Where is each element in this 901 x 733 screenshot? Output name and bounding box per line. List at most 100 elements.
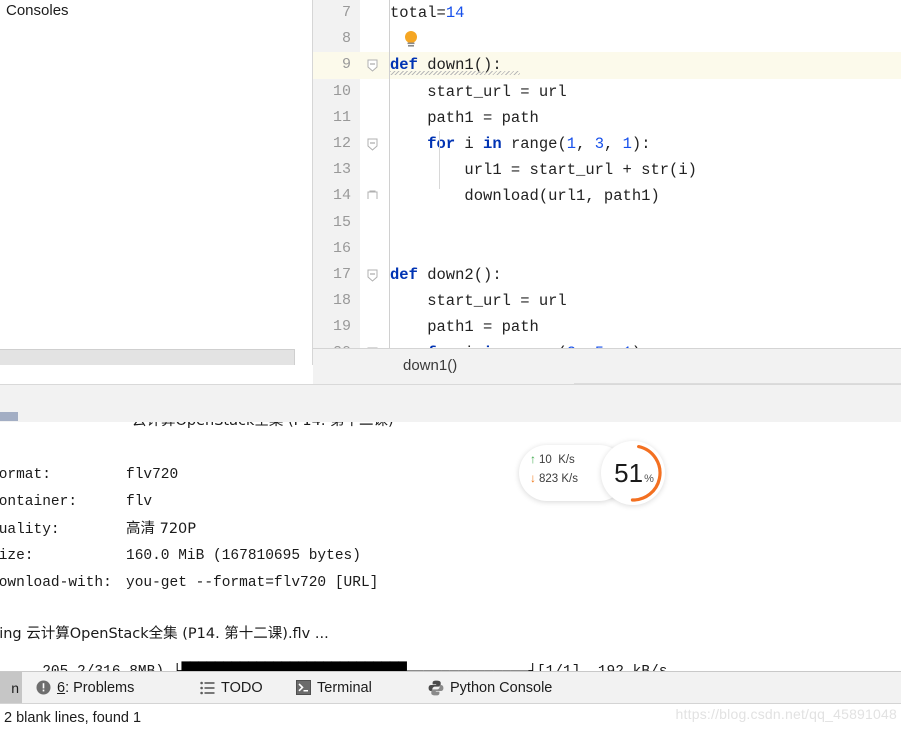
bottom-tool-window-bar[interactable]: n 6: Problems TODO Terminal Python Console bbox=[0, 671, 901, 703]
tool-tab-mnemonic: 6 bbox=[57, 680, 65, 696]
code-line[interactable]: 20 for i in range(3, 5, 1): bbox=[313, 340, 901, 348]
terminal-icon bbox=[296, 680, 311, 695]
console-info-row: format:flv720 bbox=[0, 466, 178, 484]
code-text: for i in range(3, 5, 1): bbox=[390, 340, 651, 348]
console-info-label: quality: bbox=[0, 521, 126, 539]
breadcrumb[interactable]: down1() bbox=[403, 357, 457, 374]
console-progress-line: 205.2/316.8MB) ├████████████████████████… bbox=[0, 647, 667, 671]
fold-end-icon[interactable] bbox=[367, 189, 378, 200]
code-line[interactable]: 9def down1(): bbox=[313, 52, 901, 78]
console-info-value: 160.0 MiB (167810695 bytes) bbox=[126, 548, 361, 564]
status-message: 2 blank lines, found 1 bbox=[4, 710, 141, 726]
code-text: download(url1, path1) bbox=[390, 183, 660, 209]
console-scroll-marker[interactable] bbox=[0, 412, 18, 421]
tool-tab-pythonconsole[interactable]: Python Console bbox=[428, 672, 552, 703]
line-number: 17 bbox=[313, 262, 351, 288]
inspection-squiggle bbox=[390, 71, 520, 75]
line-number: 18 bbox=[313, 288, 351, 314]
code-line[interactable]: 14 download(url1, path1) bbox=[313, 183, 901, 209]
console-info-row: download-with:you-get --format=flv720 [U… bbox=[0, 574, 378, 592]
consoles-pane: Consoles bbox=[0, 0, 313, 365]
consoles-horizontal-scrollbar[interactable] bbox=[0, 349, 295, 365]
line-number: 12 bbox=[313, 131, 351, 157]
console-info-value: flv bbox=[126, 494, 152, 510]
tool-tab-terminal[interactable]: Terminal bbox=[296, 672, 372, 703]
download-arrow-icon: ↓ bbox=[530, 471, 536, 485]
console-info-value: flv720 bbox=[126, 467, 178, 483]
progress-bytes: 205.2/316.8MB) bbox=[42, 664, 164, 671]
fold-collapse-icon[interactable] bbox=[367, 138, 378, 149]
code-line[interactable]: 15 bbox=[313, 210, 901, 236]
todo-list-icon bbox=[200, 681, 215, 695]
line-number: 10 bbox=[313, 79, 351, 105]
code-lines[interactable]: 7 total=14 89def down1():10 start_url = ur… bbox=[313, 0, 901, 348]
run-console-output[interactable]: 云计算OpenStack全集 (P14. 第十二课) format:flv720… bbox=[0, 422, 901, 671]
editor-breadcrumb-bar: down1() bbox=[313, 348, 901, 385]
download-speed-unit: K/s bbox=[561, 473, 578, 485]
indent-guide-loop bbox=[439, 131, 440, 189]
tool-tab-label: TODO bbox=[221, 680, 263, 696]
progress-ring[interactable]: 51 % bbox=[601, 441, 665, 505]
console-toolbar-strip bbox=[0, 385, 901, 422]
code-line[interactable]: 16 bbox=[313, 236, 901, 262]
tool-tab-problems[interactable]: 6: Problems bbox=[36, 672, 134, 703]
code-line[interactable]: 17 def down2(): bbox=[313, 262, 901, 288]
line-number: 13 bbox=[313, 157, 351, 183]
line-number: 19 bbox=[313, 314, 351, 340]
network-speed-widget[interactable]: ↑10 K/s ↓823 K/s 51 % bbox=[519, 441, 665, 505]
fold-collapse-icon[interactable] bbox=[367, 59, 378, 70]
fold-collapse-icon[interactable] bbox=[367, 269, 378, 280]
code-line[interactable]: 7 total=14 bbox=[313, 0, 901, 26]
upload-speed-unit: K/s bbox=[558, 454, 575, 466]
percent-value: 51 bbox=[614, 458, 643, 489]
console-downloading-line: ding 云计算OpenStack全集 (P14. 第十二课).flv ... bbox=[0, 625, 329, 643]
upload-speed-value: 10 bbox=[539, 454, 552, 466]
watermark: https://blog.csdn.net/qq_45891048 bbox=[676, 706, 897, 722]
tool-tab-run[interactable]: n bbox=[0, 672, 22, 703]
code-text: url1 = start_url + str(i) bbox=[390, 157, 697, 183]
tool-tab-label: 6: Problems bbox=[57, 680, 134, 696]
code-text: start_url = url bbox=[390, 288, 567, 314]
progress-speed: 192 kB/s bbox=[598, 664, 668, 671]
progress-bar-trail: —————————————— bbox=[406, 664, 528, 671]
console-info-row: container:flv bbox=[0, 493, 152, 511]
line-number: 16 bbox=[313, 236, 351, 262]
console-info-row: quality:高清 720P bbox=[0, 520, 196, 539]
console-info-value: you-get --format=flv720 [URL] bbox=[126, 575, 378, 591]
percent-sign: % bbox=[644, 473, 654, 485]
tool-tab-label: Terminal bbox=[317, 680, 372, 696]
download-speed-value: 823 bbox=[539, 473, 558, 485]
code-line[interactable]: 8 bbox=[313, 26, 901, 52]
line-number: 14 bbox=[313, 183, 351, 209]
line-number: 8 bbox=[313, 26, 351, 52]
lightbulb-icon[interactable] bbox=[403, 30, 419, 48]
line-number: 7 bbox=[313, 0, 351, 26]
console-info-label: container: bbox=[0, 493, 126, 511]
line-number: 20 bbox=[313, 340, 351, 348]
code-line[interactable]: 11 path1 = path bbox=[313, 105, 901, 131]
code-line[interactable]: 10 start_url = url bbox=[313, 79, 901, 105]
console-info-row: size:160.0 MiB (167810695 bytes) bbox=[0, 547, 361, 565]
code-text: total=14 bbox=[390, 0, 464, 26]
console-clipped-line: 云计算OpenStack全集 (P14. 第十二课) bbox=[132, 422, 394, 430]
line-number: 11 bbox=[313, 105, 351, 131]
code-text: path1 = path bbox=[390, 314, 539, 340]
code-line[interactable]: 18 start_url = url bbox=[313, 288, 901, 314]
code-line[interactable]: 13 url1 = start_url + str(i) bbox=[313, 157, 901, 183]
tool-tab-label: Python Console bbox=[450, 680, 552, 696]
console-info-label: download-with: bbox=[0, 574, 126, 592]
line-number: 15 bbox=[313, 210, 351, 236]
code-line[interactable]: 12 for i in range(1, 3, 1): bbox=[313, 131, 901, 157]
percent-readout: 51 % bbox=[601, 441, 665, 505]
tool-tab-todo[interactable]: TODO bbox=[200, 672, 263, 703]
code-text: path1 = path bbox=[390, 105, 539, 131]
code-text: for i in range(1, 3, 1): bbox=[390, 131, 651, 157]
upload-speed-row: ↑10 K/s bbox=[530, 452, 575, 466]
code-line[interactable]: 19 path1 = path bbox=[313, 314, 901, 340]
console-info-label: format: bbox=[0, 466, 126, 484]
console-info-value: 高清 720P bbox=[126, 521, 196, 537]
fold-rail bbox=[389, 0, 390, 348]
code-editor[interactable]: 7 total=14 89def down1():10 start_url = ur… bbox=[313, 0, 901, 348]
progress-counter: [1/1] bbox=[537, 664, 581, 671]
code-text: def down2(): bbox=[390, 262, 502, 288]
